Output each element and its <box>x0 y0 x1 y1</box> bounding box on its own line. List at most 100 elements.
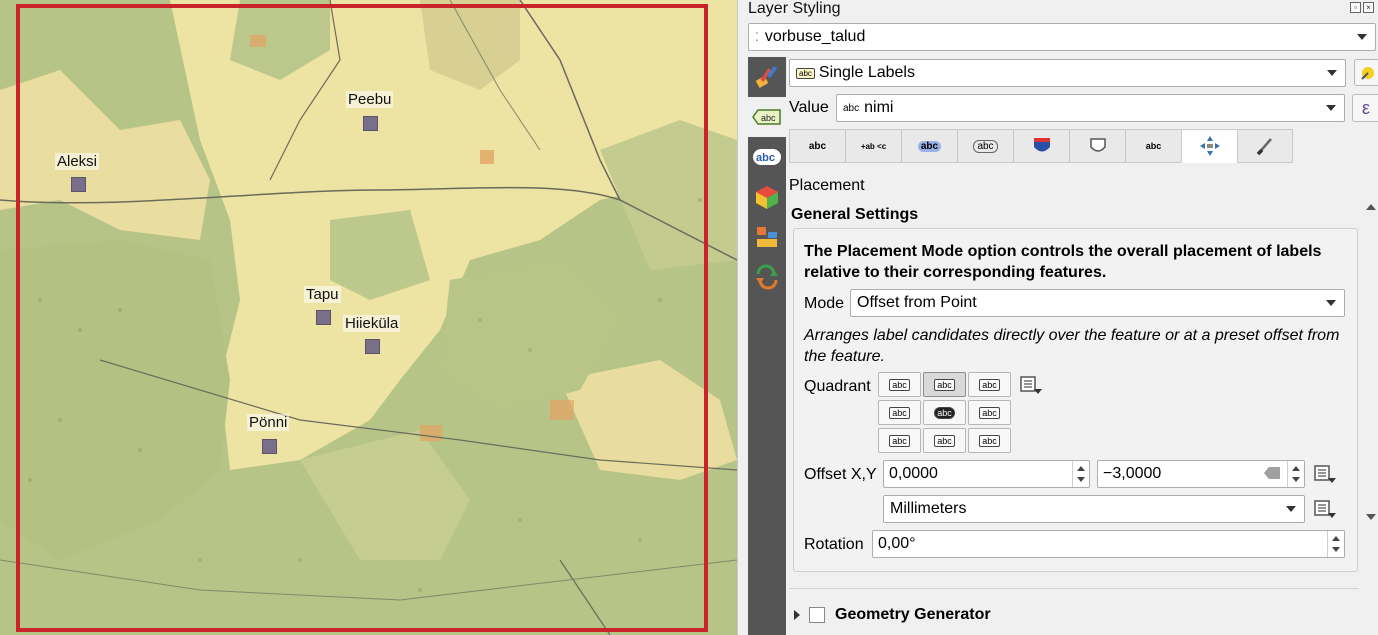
abc-mask-icon: abc <box>753 149 781 165</box>
feature-marker[interactable] <box>71 177 86 192</box>
chevron-down-icon <box>1357 34 1367 40</box>
magic-wand-icon <box>1360 66 1374 80</box>
data-defined-override-icon[interactable] <box>1313 498 1337 520</box>
tab-formatting[interactable]: +ab <c <box>845 129 901 163</box>
epsilon-icon: ε <box>1361 97 1371 118</box>
tab-text[interactable]: abc <box>789 129 845 163</box>
offset-x-value: 0,0000 <box>889 465 938 482</box>
spin-arrows-icon[interactable] <box>1327 531 1344 557</box>
expand-arrow-icon[interactable] <box>794 610 800 620</box>
float-panel-icon[interactable]: ▫ <box>1350 2 1361 13</box>
labels-icon: abc <box>752 109 781 125</box>
data-defined-override-icon[interactable] <box>1313 463 1337 485</box>
label-quadrant-icon: abc <box>979 378 1000 391</box>
label-quadrant-icon: abc <box>979 406 1000 419</box>
feature-marker[interactable] <box>262 439 277 454</box>
tab-mask[interactable]: abc <box>957 129 1013 163</box>
tab-callouts[interactable]: abc <box>1125 129 1181 163</box>
rotation-label: Rotation <box>804 536 864 553</box>
feature-marker[interactable] <box>316 310 331 325</box>
quadrant-bottom-right[interactable]: abc <box>968 428 1011 453</box>
settings-scrollbar[interactable] <box>1364 200 1377 520</box>
tab-shadow[interactable] <box>1069 129 1125 163</box>
clear-field-icon[interactable] <box>1264 467 1280 479</box>
abc-label-icon: abc <box>796 67 815 79</box>
label-quadrant-icon: abc <box>934 378 955 391</box>
symbology-tab[interactable] <box>748 57 786 97</box>
mask-tab-icon: abc <box>973 139 998 153</box>
layer-styling-panel: Layer Styling ▫ × ⁚ vorbuse_talud abc ab… <box>737 0 1378 635</box>
map-canvas[interactable]: Peebu Aleksi Tapu Hiieküla Pönni <box>0 0 737 635</box>
mode-label: Mode <box>804 295 845 312</box>
style-sidebar: abc abc <box>748 57 786 635</box>
tab-rendering[interactable] <box>1237 129 1293 163</box>
offset-y-spinbox[interactable]: −3,0000 <box>1097 460 1305 488</box>
3d-cube-icon <box>756 186 778 209</box>
formatting-tab-icon: +ab <c <box>860 141 887 151</box>
expression-button[interactable]: ε <box>1352 94 1378 122</box>
tab-placement[interactable] <box>1181 129 1237 163</box>
field-type-icon: abc <box>843 102 860 114</box>
tab-buffer[interactable]: abc <box>901 129 957 163</box>
label-quadrant-icon: abc <box>889 406 910 419</box>
label-quadrant-icon: abc <box>979 434 1000 447</box>
feature-marker[interactable] <box>365 339 380 354</box>
shadow-tab-icon <box>1089 138 1106 152</box>
chevron-down-icon <box>1286 506 1296 512</box>
quadrant-top-right[interactable]: abc <box>968 372 1011 397</box>
quadrant-top-left[interactable]: abc <box>878 372 921 397</box>
quadrant-over[interactable]: abc <box>923 400 966 425</box>
history-icon <box>756 264 778 290</box>
quadrant-left[interactable]: abc <box>878 400 921 425</box>
scroll-down-icon[interactable] <box>1366 514 1376 520</box>
layer-combo[interactable]: ⁚ vorbuse_talud <box>748 23 1376 51</box>
renderer-combo[interactable]: abc Single Labels <box>789 59 1346 87</box>
label-settings-tabs: abc +ab <c abc abc abc <box>789 129 1293 163</box>
data-defined-override-icon[interactable] <box>1019 374 1043 396</box>
mode-combo[interactable]: Offset from Point <box>850 289 1345 317</box>
geometry-generator-label[interactable]: Geometry Generator <box>835 606 991 624</box>
label-quadrant-center-icon: abc <box>934 406 955 419</box>
chevron-down-icon <box>1326 300 1336 306</box>
labels-tab[interactable]: abc <box>748 97 786 137</box>
masks-tab[interactable]: abc <box>748 137 786 177</box>
rotation-value: 0,00° <box>878 535 916 552</box>
spin-arrows-icon[interactable] <box>1287 461 1304 487</box>
geometry-generator-checkbox[interactable] <box>809 607 825 623</box>
label-settings-button[interactable] <box>1354 59 1378 86</box>
svg-text:abc: abc <box>756 152 775 164</box>
offset-label: Offset X,Y <box>804 466 877 483</box>
3d-view-tab[interactable] <box>748 177 786 217</box>
section-title: Placement <box>789 177 865 194</box>
mode-help-text: Arranges label candidates directly over … <box>804 327 1340 365</box>
general-settings-group: The Placement Mode option controls the o… <box>793 228 1358 572</box>
diagrams-tab[interactable] <box>748 217 786 257</box>
tab-background[interactable] <box>1013 129 1069 163</box>
rendering-tab-icon <box>1256 138 1272 156</box>
svg-text:abc: abc <box>761 113 776 123</box>
mode-value: Offset from Point <box>857 294 977 311</box>
scroll-up-icon[interactable] <box>1366 204 1376 210</box>
diagram-icon <box>757 227 777 247</box>
quadrant-bottom[interactable]: abc <box>923 428 966 453</box>
text-tab-icon: abc <box>808 140 827 152</box>
offset-x-spinbox[interactable]: 0,0000 <box>883 460 1090 488</box>
spin-arrows-icon[interactable] <box>1072 461 1089 487</box>
layer-combo-value: vorbuse_talud <box>764 28 866 45</box>
quadrant-right[interactable]: abc <box>968 400 1011 425</box>
section-divider <box>789 588 1359 589</box>
label-quadrant-icon: abc <box>889 434 910 447</box>
chevron-down-icon <box>1326 105 1336 111</box>
quadrant-bottom-left[interactable]: abc <box>878 428 921 453</box>
value-field-combo[interactable]: abc nimi <box>836 94 1345 122</box>
placement-tab-icon <box>1199 136 1220 156</box>
feature-marker[interactable] <box>363 116 378 131</box>
quadrant-top[interactable]: abc <box>923 372 966 397</box>
feature-label: Pönni <box>247 414 290 431</box>
history-tab[interactable] <box>748 257 786 297</box>
offset-units-combo[interactable]: Millimeters <box>883 495 1305 523</box>
chevron-down-icon <box>1327 70 1337 76</box>
paint-brush-icon <box>755 65 778 88</box>
close-panel-icon[interactable]: × <box>1363 2 1374 13</box>
rotation-spinbox[interactable]: 0,00° <box>872 530 1345 558</box>
